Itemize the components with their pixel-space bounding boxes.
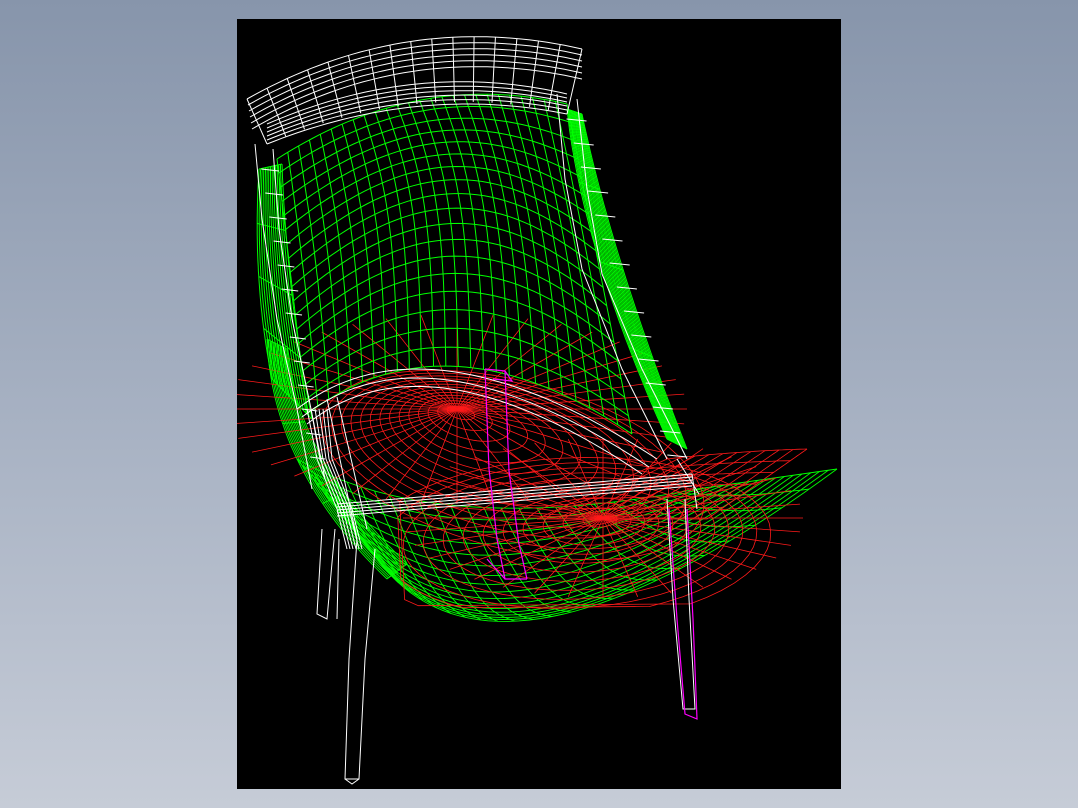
front-right-leg-foot xyxy=(344,778,360,785)
seat-spoke xyxy=(237,408,458,424)
seat-spoke xyxy=(352,324,458,410)
backrest-right-flap-v xyxy=(580,113,687,449)
seat-spoke xyxy=(238,408,458,439)
crest-rail-segment xyxy=(452,37,455,102)
backrest-mesh-line-v xyxy=(286,165,589,245)
crest-rail-segment xyxy=(510,38,518,105)
crest-rail-segment xyxy=(246,98,268,145)
underside-mesh-line-u xyxy=(654,495,782,512)
front-left-leg xyxy=(316,528,336,620)
backrest-mesh-line-u xyxy=(430,98,472,368)
crest-rail-segment xyxy=(307,69,324,124)
seat-front-plane-v xyxy=(558,506,724,510)
front-leg-inner xyxy=(336,538,340,620)
seat-spoke xyxy=(456,408,620,477)
backrest-mesh-line-u xyxy=(520,96,577,402)
backrest-green-mesh xyxy=(256,93,688,450)
backrest-mesh-line-u xyxy=(374,111,410,369)
backrest-mesh-line-u xyxy=(407,102,447,367)
seat-spoke xyxy=(456,331,593,410)
seat-spoke xyxy=(456,408,676,439)
seat-spoke xyxy=(294,341,458,410)
crest-rail-segment xyxy=(472,36,475,102)
cad-viewport[interactable] xyxy=(237,19,841,789)
backrest-mesh-line-v xyxy=(284,153,586,231)
backrest-mesh-line-u xyxy=(330,128,363,383)
backrest-mesh-line-u xyxy=(452,95,497,372)
crest-rail-segment xyxy=(529,40,539,107)
backrest-right-flap-v xyxy=(581,113,688,450)
crest-rail-segment xyxy=(431,38,437,103)
seat-spoke xyxy=(294,408,458,477)
crest-rail-segment xyxy=(491,37,496,103)
backrest-mesh-line-v xyxy=(293,222,604,302)
front-right-leg xyxy=(344,538,376,780)
magenta-back-leg xyxy=(668,508,698,720)
backrest-mesh-line-v xyxy=(291,207,600,287)
backrest-mesh-line-u xyxy=(463,94,510,376)
backrest-right-flap-v xyxy=(578,113,684,448)
seat-spoke xyxy=(456,379,676,410)
chair-wireframe-drawing xyxy=(237,36,838,785)
seat-front-rail xyxy=(336,473,693,505)
crest-rail-segment xyxy=(410,41,418,105)
backrest-mesh-line-v xyxy=(296,255,611,330)
underside-left-wrap-v xyxy=(282,346,404,568)
seat-spoke xyxy=(237,394,458,410)
